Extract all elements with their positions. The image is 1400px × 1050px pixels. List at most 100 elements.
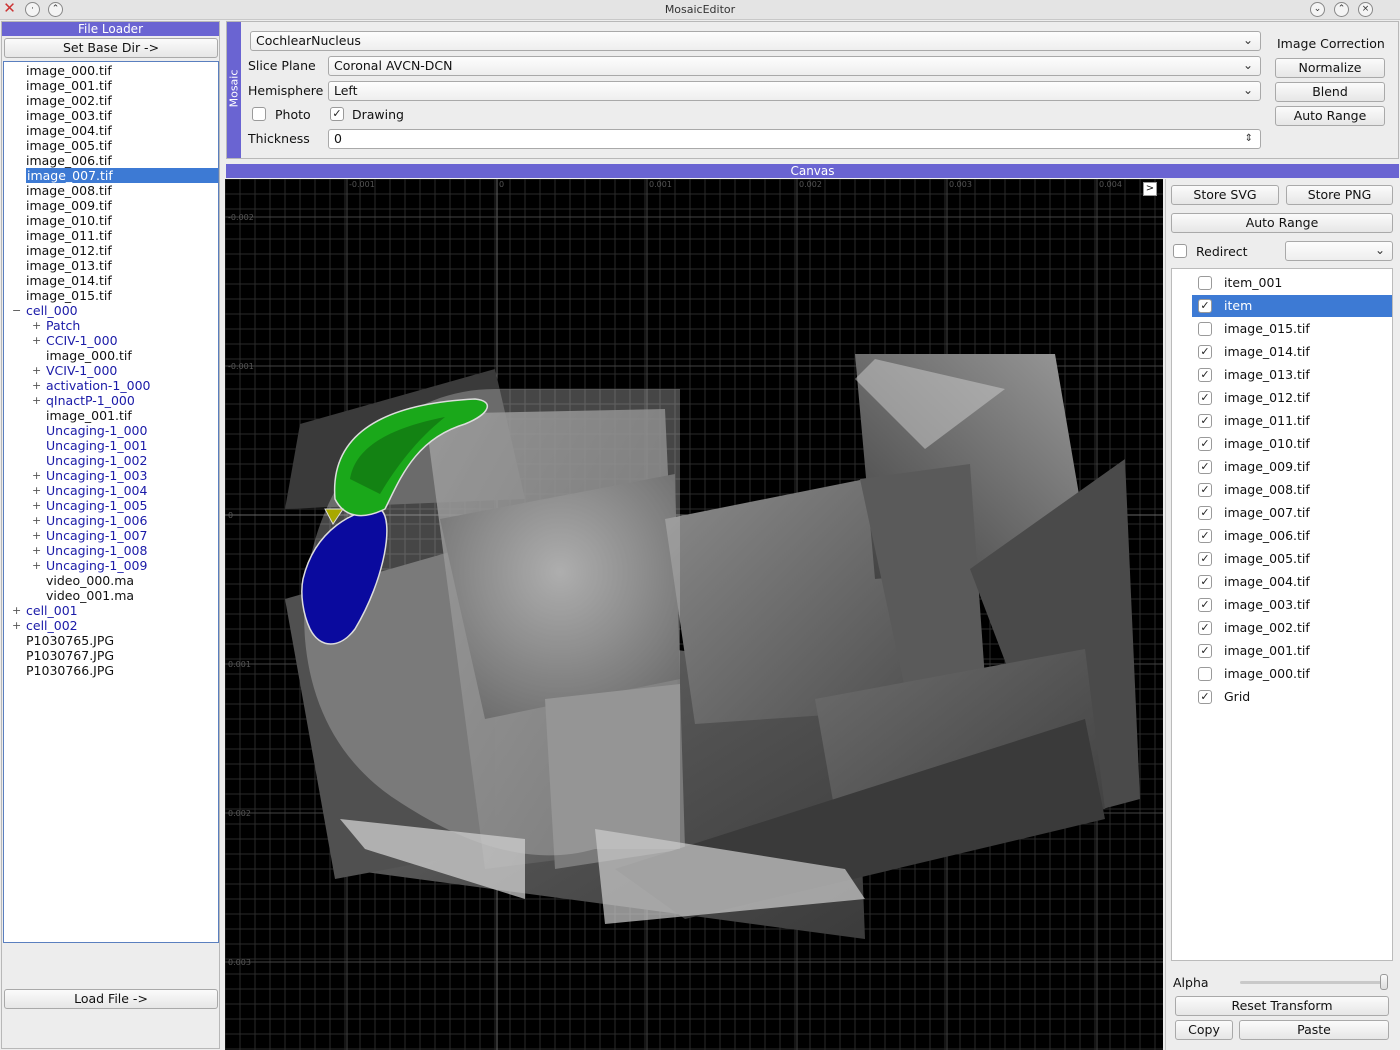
item-visibility-checkbox[interactable]: ✓ [1198, 299, 1212, 313]
tree-item[interactable]: image_009.tif [4, 198, 218, 213]
file-tree[interactable]: image_000.tif image_001.tif image_002.tif i… [3, 61, 219, 943]
canvas-item[interactable]: image_015.tif [1172, 318, 1392, 340]
tree-item[interactable]: + Uncaging-1_009 [4, 558, 218, 573]
canvas-item[interactable]: ✓ Grid [1172, 686, 1392, 708]
expand-icon[interactable]: + [32, 543, 41, 558]
tree-item[interactable]: + qInactP-1_000 [4, 393, 218, 408]
drawing-checkbox[interactable]: ✓ [330, 107, 344, 121]
item-visibility-checkbox[interactable]: ✓ [1198, 598, 1212, 612]
item-visibility-checkbox[interactable]: ✓ [1198, 391, 1212, 405]
item-visibility-checkbox[interactable] [1198, 322, 1212, 336]
tree-item[interactable]: Uncaging-1_001 [4, 438, 218, 453]
expand-icon[interactable]: + [32, 378, 41, 393]
item-visibility-checkbox[interactable]: ✓ [1198, 644, 1212, 658]
expand-icon[interactable]: + [32, 513, 41, 528]
tree-item[interactable]: Uncaging-1_000 [4, 423, 218, 438]
expand-icon[interactable]: + [32, 393, 41, 408]
alpha-slider[interactable] [1240, 974, 1388, 990]
tree-item[interactable]: image_004.tif [4, 123, 218, 138]
canvas-item[interactable]: ✓ image_013.tif [1172, 364, 1392, 386]
tree-item[interactable]: + activation-1_000 [4, 378, 218, 393]
item-visibility-checkbox[interactable]: ✓ [1198, 552, 1212, 566]
tree-item[interactable]: P1030766.JPG [4, 663, 218, 678]
tree-item[interactable]: image_001.tif [4, 78, 218, 93]
canvas-item[interactable]: ✓ image_001.tif [1172, 640, 1392, 662]
tree-item[interactable]: − cell_000 [4, 303, 218, 318]
tree-item[interactable]: image_010.tif [4, 213, 218, 228]
tree-item[interactable]: video_000.ma [4, 573, 218, 588]
tree-item[interactable]: + Uncaging-1_006 [4, 513, 218, 528]
canvas-item[interactable]: ✓ image_009.tif [1172, 456, 1392, 478]
item-visibility-checkbox[interactable] [1198, 276, 1212, 290]
expand-icon[interactable]: + [32, 528, 41, 543]
tree-item[interactable]: image_014.tif [4, 273, 218, 288]
tree-item[interactable]: + Patch [4, 318, 218, 333]
expand-icon[interactable]: + [12, 618, 21, 633]
canvas-item[interactable]: ✓ image_006.tif [1172, 525, 1392, 547]
tree-item[interactable]: image_005.tif [4, 138, 218, 153]
expand-icon[interactable]: + [32, 363, 41, 378]
canvas-item[interactable]: ✓ item [1192, 295, 1392, 317]
item-visibility-checkbox[interactable]: ✓ [1198, 460, 1212, 474]
canvas-item[interactable]: ✓ image_003.tif [1172, 594, 1392, 616]
minimize-icon[interactable]: ⌄ [1310, 2, 1325, 17]
item-visibility-checkbox[interactable]: ✓ [1198, 368, 1212, 382]
item-visibility-checkbox[interactable]: ✓ [1198, 621, 1212, 635]
item-visibility-checkbox[interactable]: ✓ [1198, 483, 1212, 497]
slice-plane-combo[interactable]: Coronal AVCN-DCN ⌄ [328, 56, 1261, 76]
canvas-panel-toggle[interactable]: > [1143, 182, 1157, 196]
tree-item[interactable]: image_015.tif [4, 288, 218, 303]
set-base-dir-button[interactable]: Set Base Dir -> [4, 38, 218, 58]
tree-item[interactable]: + Uncaging-1_005 [4, 498, 218, 513]
tree-item[interactable]: + Uncaging-1_007 [4, 528, 218, 543]
item-visibility-checkbox[interactable]: ✓ [1198, 529, 1212, 543]
blend-button[interactable]: Blend [1275, 82, 1385, 102]
tree-item[interactable]: image_002.tif [4, 93, 218, 108]
tree-item[interactable]: + Uncaging-1_004 [4, 483, 218, 498]
reset-transform-button[interactable]: Reset Transform [1175, 996, 1389, 1016]
canvas-item[interactable]: ✓ image_011.tif [1172, 410, 1392, 432]
expand-icon[interactable]: + [32, 468, 41, 483]
maximize-icon[interactable]: ⌃ [1334, 2, 1349, 17]
item-visibility-checkbox[interactable] [1198, 667, 1212, 681]
tree-item[interactable]: image_008.tif [4, 183, 218, 198]
canvas-svg[interactable]: -0.001 0 0.001 0.002 0.003 0.004 -0.002 -0.001… [225, 179, 1163, 1050]
tree-item[interactable]: + Uncaging-1_008 [4, 543, 218, 558]
item-visibility-checkbox[interactable]: ✓ [1198, 575, 1212, 589]
tree-item[interactable]: P1030767.JPG [4, 648, 218, 663]
canvas-item[interactable]: ✓ image_010.tif [1172, 433, 1392, 455]
mosaic-tab[interactable]: Mosaic [227, 22, 241, 158]
canvas-item[interactable]: image_000.tif [1172, 663, 1392, 685]
tree-item[interactable]: + VCIV-1_000 [4, 363, 218, 378]
redirect-checkbox[interactable] [1173, 244, 1187, 258]
item-visibility-checkbox[interactable]: ✓ [1198, 437, 1212, 451]
tree-item[interactable]: image_003.tif [4, 108, 218, 123]
tree-item[interactable]: Uncaging-1_002 [4, 453, 218, 468]
store-png-button[interactable]: Store PNG [1286, 185, 1393, 205]
tree-item[interactable]: image_000.tif [4, 63, 218, 78]
tree-item[interactable]: image_012.tif [4, 243, 218, 258]
canvas-view[interactable]: -0.001 0 0.001 0.002 0.003 0.004 -0.002 -0.001… [225, 179, 1163, 1050]
tree-item[interactable]: + cell_001 [4, 603, 218, 618]
canvas-item[interactable]: item_001 [1172, 272, 1392, 294]
canvas-item[interactable]: ✓ image_005.tif [1172, 548, 1392, 570]
tree-item[interactable]: + CCIV-1_000 [4, 333, 218, 348]
canvas-item[interactable]: ✓ image_012.tif [1172, 387, 1392, 409]
item-visibility-checkbox[interactable]: ✓ [1198, 690, 1212, 704]
normalize-button[interactable]: Normalize [1275, 58, 1385, 78]
tree-item[interactable]: video_001.ma [4, 588, 218, 603]
canvas-item[interactable]: ✓ image_008.tif [1172, 479, 1392, 501]
collapse-icon[interactable]: − [12, 303, 21, 318]
atlas-combo[interactable]: CochlearNucleus ⌄ [250, 31, 1261, 51]
auto-range-correction-button[interactable]: Auto Range [1275, 106, 1385, 126]
canvas-item[interactable]: ✓ image_002.tif [1172, 617, 1392, 639]
canvas-item[interactable]: ✓ image_014.tif [1172, 341, 1392, 363]
photo-checkbox[interactable] [252, 107, 266, 121]
tree-item[interactable]: + cell_002 [4, 618, 218, 633]
canvas-auto-range-button[interactable]: Auto Range [1171, 213, 1393, 233]
hemisphere-combo[interactable]: Left ⌄ [328, 81, 1261, 101]
tree-item[interactable]: image_000.tif [4, 348, 218, 363]
load-file-button[interactable]: Load File -> [4, 989, 218, 1009]
close-icon[interactable]: × [1358, 2, 1373, 17]
expand-icon[interactable]: + [32, 498, 41, 513]
